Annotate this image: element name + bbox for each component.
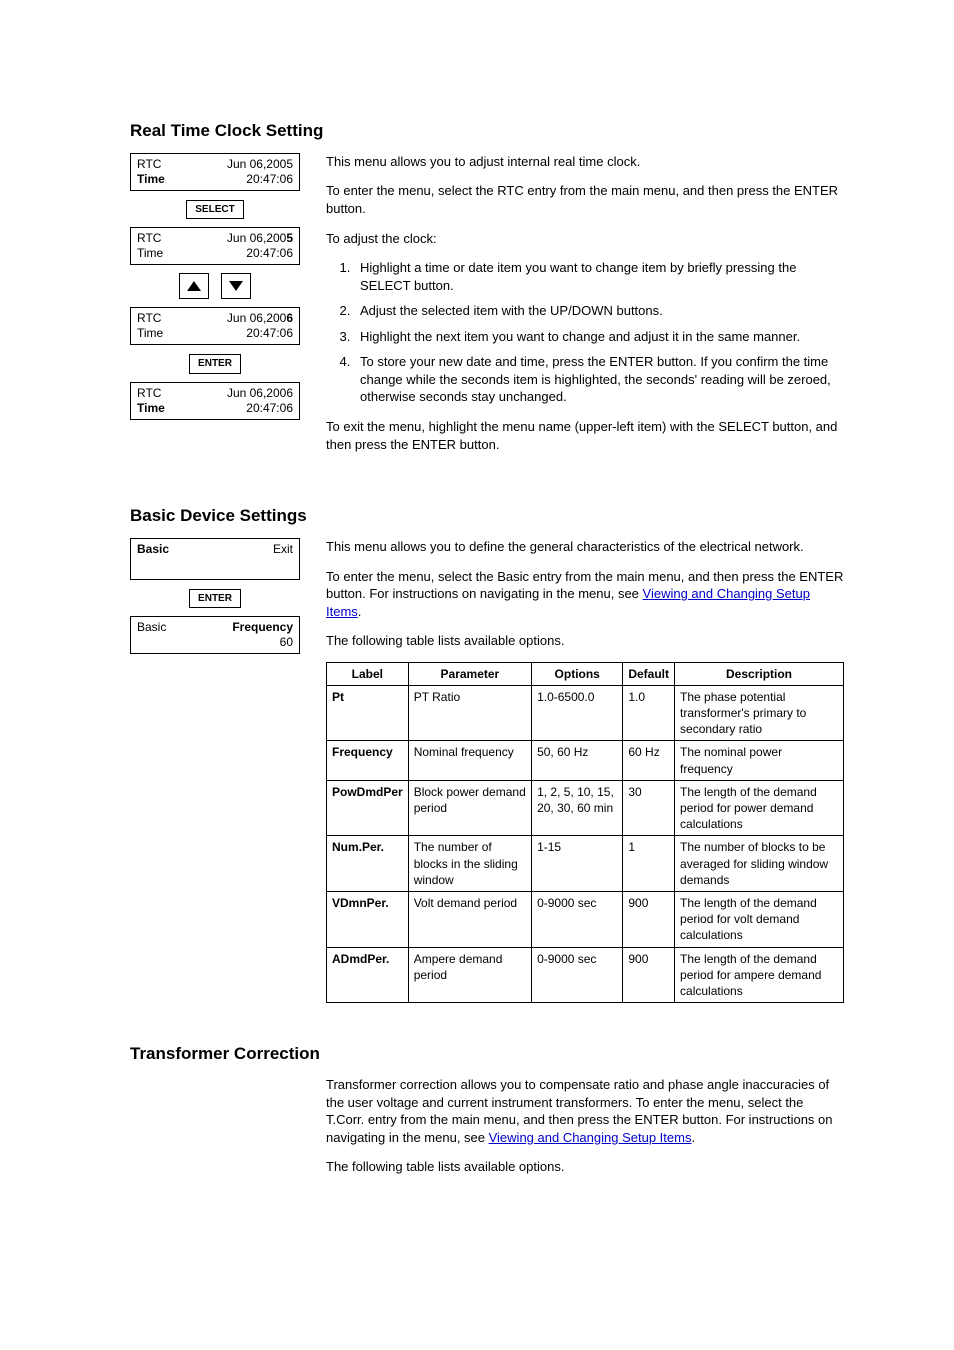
cell-options: 50, 60 Hz [532, 741, 623, 780]
cell-default: 30 [623, 780, 675, 836]
cell-param: Volt demand period [408, 891, 531, 947]
cell-label: PowDmdPer [327, 780, 409, 836]
heading-tcorr: Transformer Correction [130, 1043, 844, 1066]
th-description: Description [675, 662, 844, 685]
rtc-step: Highlight a time or date item you want t… [354, 259, 844, 294]
cell-param: Nominal frequency [408, 741, 531, 780]
cell-param: Block power demand period [408, 780, 531, 836]
tcorr-text-column: Transformer correction allows you to com… [326, 1076, 844, 1188]
enter-button-icon: ENTER [189, 354, 241, 374]
cell-options: 0-9000 sec [532, 891, 623, 947]
cell-default: 900 [623, 947, 675, 1003]
cell-label: Frequency [327, 741, 409, 780]
section-basic: Basic Device Settings BasicExit ENTER Ba… [130, 505, 844, 1003]
rtc-screen-2: RTCJun 06,2005 Time20:47:06 [130, 227, 300, 265]
cell-param: PT Ratio [408, 685, 531, 741]
table-row: PowDmdPerBlock power demand period1, 2, … [327, 780, 844, 836]
cell-options: 0-9000 sec [532, 947, 623, 1003]
rtc-screen-1: RTCJun 06,2005 Time20:47:06 [130, 153, 300, 191]
th-label: Label [327, 662, 409, 685]
basic-enter: To enter the menu, select the Basic entr… [326, 568, 844, 621]
cell-options: 1, 2, 5, 10, 15, 20, 30, 60 min [532, 780, 623, 836]
heading-rtc: Real Time Clock Setting [130, 120, 844, 143]
down-arrow-icon [221, 273, 251, 299]
tcorr-p1: Transformer correction allows you to com… [326, 1076, 844, 1146]
cell-label: ADmdPer. [327, 947, 409, 1003]
th-options: Options [532, 662, 623, 685]
table-row: VDmnPer.Volt demand period0-9000 sec900T… [327, 891, 844, 947]
cell-default: 900 [623, 891, 675, 947]
rtc-step: Adjust the selected item with the UP/DOW… [354, 302, 844, 320]
basic-options-table: Label Parameter Options Default Descript… [326, 662, 844, 1003]
heading-basic: Basic Device Settings [130, 505, 844, 528]
tcorr-p2: The following table lists available opti… [326, 1158, 844, 1176]
rtc-enter: To enter the menu, select the RTC entry … [326, 182, 844, 217]
rtc-step: Highlight the next item you want to chan… [354, 328, 844, 346]
basic-screens-column: BasicExit ENTER BasicFrequency 60 [130, 538, 300, 663]
rtc-intro: This menu allows you to adjust internal … [326, 153, 844, 171]
rtc-step: To store your new date and time, press t… [354, 353, 844, 406]
section-tcorr: Transformer Correction Transformer corre… [130, 1043, 844, 1188]
cell-default: 1.0 [623, 685, 675, 741]
table-row: ADmdPer.Ampere demand period0-9000 sec90… [327, 947, 844, 1003]
cell-options: 1.0-6500.0 [532, 685, 623, 741]
cell-param: Ampere demand period [408, 947, 531, 1003]
cell-label: Pt [327, 685, 409, 741]
cell-desc: The nominal power frequency [675, 741, 844, 780]
rtc-adjust-label: To adjust the clock: [326, 230, 844, 248]
basic-screen-1: BasicExit [130, 538, 300, 580]
cell-desc: The length of the demand period for ampe… [675, 947, 844, 1003]
rtc-exit: To exit the menu, highlight the menu nam… [326, 418, 844, 453]
basic-screen-2: BasicFrequency 60 [130, 616, 300, 654]
table-row: FrequencyNominal frequency50, 60 Hz60 Hz… [327, 741, 844, 780]
basic-intro: This menu allows you to define the gener… [326, 538, 844, 556]
cell-label: Num.Per. [327, 836, 409, 892]
th-default: Default [623, 662, 675, 685]
cell-param: The number of blocks in the sliding wind… [408, 836, 531, 892]
cell-desc: The length of the demand period for powe… [675, 780, 844, 836]
cell-options: 1-15 [532, 836, 623, 892]
cell-desc: The phase potential transformer's primar… [675, 685, 844, 741]
cell-default: 60 Hz [623, 741, 675, 780]
enter-button-icon: ENTER [189, 589, 241, 609]
link-viewing-changing[interactable]: Viewing and Changing Setup Items [489, 1130, 692, 1145]
cell-desc: The number of blocks to be averaged for … [675, 836, 844, 892]
rtc-steps-list: Highlight a time or date item you want t… [326, 259, 844, 406]
cell-default: 1 [623, 836, 675, 892]
cell-desc: The length of the demand period for volt… [675, 891, 844, 947]
select-button-icon: SELECT [186, 200, 243, 220]
basic-table-intro: The following table lists available opti… [326, 632, 844, 650]
rtc-text-column: This menu allows you to adjust internal … [326, 153, 844, 465]
basic-text-column: This menu allows you to define the gener… [326, 538, 844, 1003]
rtc-screens-column: RTCJun 06,2005 Time20:47:06 SELECT RTCJu… [130, 153, 300, 428]
up-arrow-icon [179, 273, 209, 299]
th-parameter: Parameter [408, 662, 531, 685]
rtc-screen-4: RTCJun 06,2006 Time20:47:06 [130, 382, 300, 420]
cell-label: VDmnPer. [327, 891, 409, 947]
section-rtc: Real Time Clock Setting RTCJun 06,2005 T… [130, 120, 844, 465]
table-row: PtPT Ratio1.0-6500.01.0The phase potenti… [327, 685, 844, 741]
table-row: Num.Per.The number of blocks in the slid… [327, 836, 844, 892]
rtc-screen-3: RTCJun 06,2006 Time20:47:06 [130, 307, 300, 345]
